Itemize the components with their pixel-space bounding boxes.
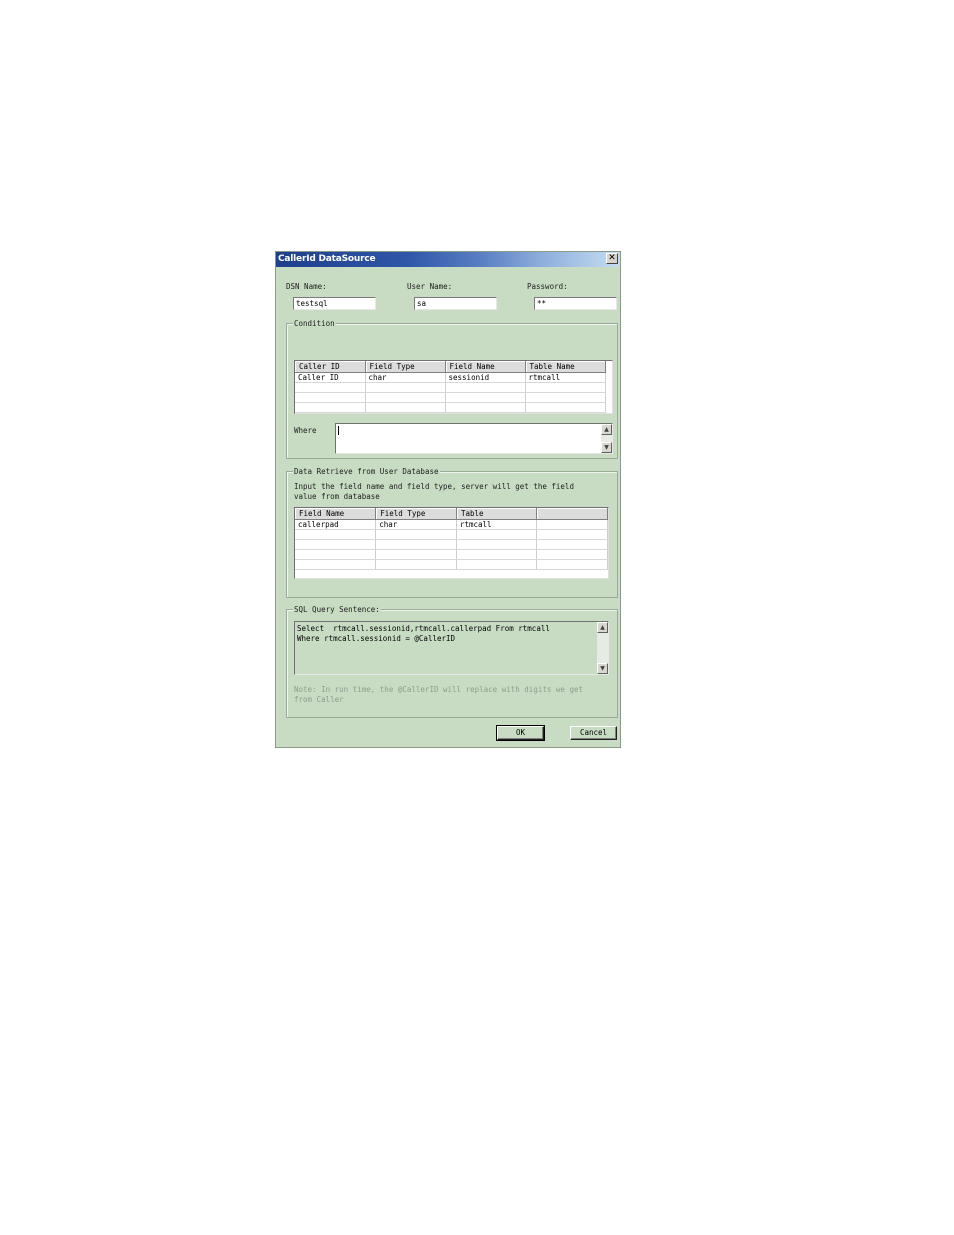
table-cell[interactable] xyxy=(456,549,537,560)
caller-id-datasource-dialog: CallerId DataSource ✕ DSN Name: testsql … xyxy=(275,251,621,748)
user-name-label: User Name: xyxy=(407,282,453,291)
password-label: Password: xyxy=(527,282,568,291)
text-caret xyxy=(338,426,339,435)
table-cell[interactable] xyxy=(295,402,366,413)
table-row[interactable] xyxy=(295,402,606,413)
table-cell[interactable] xyxy=(295,549,377,560)
user-name-input[interactable]: sa xyxy=(414,297,497,310)
scroll-down-icon[interactable]: ▼ xyxy=(597,663,608,674)
scroll-down-icon[interactable]: ▼ xyxy=(601,442,612,453)
ok-button[interactable]: OK xyxy=(496,725,545,741)
table-row[interactable] xyxy=(295,559,608,570)
sql-query-group: SQL Query Sentence: Select rtmcall.sessi… xyxy=(286,605,618,718)
table-cell[interactable] xyxy=(375,529,457,540)
data-retrieve-group-title: Data Retrieve from User Database xyxy=(293,467,440,476)
data-retrieve-grid[interactable]: Field Name Field Type Table callerpad ch… xyxy=(294,507,609,579)
table-cell[interactable] xyxy=(365,382,446,393)
data-retrieve-grid-header: Field Name Field Type Table xyxy=(295,508,608,520)
sql-query-line1: Select rtmcall.sessionid,rtmcall.callerp… xyxy=(297,624,550,633)
column-header[interactable]: Table Name xyxy=(525,361,606,373)
where-label: Where xyxy=(294,426,317,435)
table-row[interactable] xyxy=(295,392,606,403)
dsn-name-input[interactable]: testsql xyxy=(293,297,376,310)
column-header[interactable]: Field Name xyxy=(445,361,526,373)
where-input[interactable]: ▲ ▼ xyxy=(335,423,613,454)
sql-scrollbar[interactable]: ▲ ▼ xyxy=(597,622,608,674)
table-row[interactable] xyxy=(295,549,608,560)
dsn-name-label: DSN Name: xyxy=(286,282,327,291)
close-icon[interactable]: ✕ xyxy=(606,253,618,264)
condition-group-title: Condition xyxy=(293,319,336,328)
table-cell[interactable] xyxy=(525,392,606,403)
table-cell[interactable] xyxy=(375,549,457,560)
table-cell[interactable] xyxy=(365,402,446,413)
sql-query-group-title: SQL Query Sentence: xyxy=(293,605,381,614)
table-cell[interactable]: char xyxy=(365,372,446,383)
table-cell[interactable]: char xyxy=(375,519,457,530)
title-bar[interactable]: CallerId DataSource ✕ xyxy=(276,252,620,267)
table-cell[interactable] xyxy=(445,402,526,413)
table-cell[interactable] xyxy=(536,519,608,530)
column-header[interactable]: Field Name xyxy=(295,508,377,520)
table-cell[interactable] xyxy=(536,539,608,550)
table-cell[interactable] xyxy=(456,529,537,540)
table-cell[interactable]: callerpad xyxy=(295,519,377,530)
condition-grid[interactable]: Caller ID Field Type Field Name Table Na… xyxy=(294,360,613,414)
table-cell[interactable] xyxy=(295,382,366,393)
scroll-up-icon[interactable]: ▲ xyxy=(601,424,612,435)
retrieve-description-line2: value from database xyxy=(294,492,380,501)
table-cell[interactable] xyxy=(456,539,537,550)
table-row[interactable] xyxy=(295,382,606,393)
table-cell[interactable] xyxy=(525,402,606,413)
column-header[interactable] xyxy=(536,508,608,520)
table-cell[interactable] xyxy=(295,539,377,550)
where-scrollbar[interactable]: ▲ ▼ xyxy=(601,424,612,453)
sql-query-textarea[interactable]: Select rtmcall.sessionid,rtmcall.callerp… xyxy=(294,621,609,675)
table-cell[interactable] xyxy=(456,559,537,570)
table-cell[interactable]: Caller ID xyxy=(295,372,366,383)
table-cell[interactable] xyxy=(536,549,608,560)
column-header[interactable]: Field Type xyxy=(375,508,457,520)
table-cell[interactable] xyxy=(536,529,608,540)
table-cell[interactable] xyxy=(295,392,366,403)
table-cell[interactable] xyxy=(375,539,457,550)
retrieve-description-line1: Input the field name and field type, ser… xyxy=(294,482,574,491)
column-header[interactable]: Caller ID xyxy=(295,361,366,373)
table-cell[interactable]: sessionid xyxy=(445,372,526,383)
password-input[interactable]: ** xyxy=(534,297,617,310)
table-cell[interactable] xyxy=(536,559,608,570)
table-cell[interactable] xyxy=(295,529,377,540)
table-cell[interactable] xyxy=(375,559,457,570)
note-line1: Note: In run time, the @CallerID will re… xyxy=(294,685,583,694)
condition-group: Condition Caller ID Field Type Field Nam… xyxy=(286,319,618,459)
condition-grid-header: Caller ID Field Type Field Name Table Na… xyxy=(295,361,606,373)
sql-query-line2: Where rtmcall.sessionid = @CallerID xyxy=(297,633,456,643)
table-row[interactable]: Caller ID char sessionid rtmcall xyxy=(295,372,606,383)
data-retrieve-group: Data Retrieve from User Database Input t… xyxy=(286,467,618,598)
table-row[interactable] xyxy=(295,539,608,550)
table-cell[interactable] xyxy=(295,559,377,570)
column-header[interactable]: Table xyxy=(456,508,537,520)
table-cell[interactable] xyxy=(365,392,446,403)
table-cell[interactable]: rtmcall xyxy=(525,372,606,383)
table-row[interactable]: callerpad char rtmcall xyxy=(295,519,608,530)
note-line2: from Caller xyxy=(294,694,344,704)
table-cell[interactable]: rtmcall xyxy=(456,519,537,530)
table-cell[interactable] xyxy=(525,382,606,393)
column-header[interactable]: Field Type xyxy=(365,361,446,373)
window-title: CallerId DataSource xyxy=(278,254,376,264)
table-cell[interactable] xyxy=(445,392,526,403)
cancel-button[interactable]: Cancel xyxy=(570,726,617,740)
table-row[interactable] xyxy=(295,529,608,540)
table-cell[interactable] xyxy=(445,382,526,393)
scroll-up-icon[interactable]: ▲ xyxy=(597,622,608,633)
